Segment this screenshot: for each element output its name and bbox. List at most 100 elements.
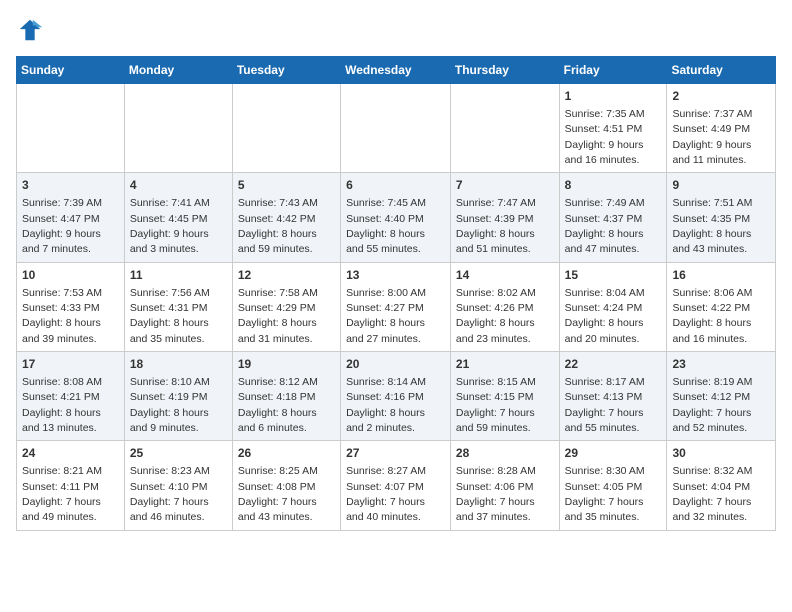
day-number: 24: [22, 445, 119, 462]
day-info: Sunrise: 7:37 AM Sunset: 4:49 PM Dayligh…: [672, 108, 752, 166]
day-number: 4: [130, 177, 227, 194]
calendar-cell: 27 Sunrise: 8:27 AM Sunset: 4:07 PM Dayli…: [341, 441, 451, 530]
day-number: 13: [346, 267, 445, 284]
day-info: Sunrise: 7:49 AM Sunset: 4:37 PM Dayligh…: [565, 197, 645, 255]
day-info: Sunrise: 8:21 AM Sunset: 4:11 PM Dayligh…: [22, 465, 102, 523]
calendar-cell: 10 Sunrise: 7:53 AM Sunset: 4:33 PM Dayli…: [17, 262, 125, 351]
day-number: 9: [672, 177, 770, 194]
day-number: 22: [565, 356, 662, 373]
calendar-cell: 8 Sunrise: 7:49 AM Sunset: 4:37 PM Daylig…: [559, 173, 667, 262]
calendar-cell: 1 Sunrise: 7:35 AM Sunset: 4:51 PM Daylig…: [559, 84, 667, 173]
day-number: 20: [346, 356, 445, 373]
day-number: 11: [130, 267, 227, 284]
day-number: 2: [672, 88, 770, 105]
day-info: Sunrise: 8:32 AM Sunset: 4:04 PM Dayligh…: [672, 465, 752, 523]
day-of-week-header: Sunday: [17, 57, 125, 84]
calendar-cell: 17 Sunrise: 8:08 AM Sunset: 4:21 PM Dayli…: [17, 352, 125, 441]
calendar-cell: 18Sunrise: 8:10 AM Sunset: 4:19 PM Dayli…: [124, 352, 232, 441]
day-number: 8: [565, 177, 662, 194]
calendar-cell: 11Sunrise: 7:56 AM Sunset: 4:31 PM Dayli…: [124, 262, 232, 351]
day-number: 14: [456, 267, 554, 284]
day-number: 1: [565, 88, 662, 105]
day-number: 19: [238, 356, 335, 373]
calendar-cell: 28Sunrise: 8:28 AM Sunset: 4:06 PM Dayli…: [450, 441, 559, 530]
day-info: Sunrise: 8:15 AM Sunset: 4:15 PM Dayligh…: [456, 376, 536, 434]
calendar-cell: [232, 84, 340, 173]
day-info: Sunrise: 8:12 AM Sunset: 4:18 PM Dayligh…: [238, 376, 318, 434]
calendar-week-row: 3Sunrise: 7:39 AM Sunset: 4:47 PM Daylig…: [17, 173, 776, 262]
day-number: 26: [238, 445, 335, 462]
calendar-cell: 22 Sunrise: 8:17 AM Sunset: 4:13 PM Dayli…: [559, 352, 667, 441]
calendar-header-row: SundayMondayTuesdayWednesdayThursdayFrid…: [17, 57, 776, 84]
calendar-cell: 14Sunrise: 8:02 AM Sunset: 4:26 PM Dayli…: [450, 262, 559, 351]
day-number: 18: [130, 356, 227, 373]
day-number: 21: [456, 356, 554, 373]
calendar-cell: 4 Sunrise: 7:41 AM Sunset: 4:45 PM Daylig…: [124, 173, 232, 262]
calendar-cell: [341, 84, 451, 173]
calendar-week-row: 1 Sunrise: 7:35 AM Sunset: 4:51 PM Daylig…: [17, 84, 776, 173]
day-info: Sunrise: 8:00 AM Sunset: 4:27 PM Dayligh…: [346, 287, 426, 345]
calendar-cell: 16 Sunrise: 8:06 AM Sunset: 4:22 PM Dayli…: [667, 262, 776, 351]
day-info: Sunrise: 8:04 AM Sunset: 4:24 PM Dayligh…: [565, 287, 645, 345]
page-header: [16, 16, 776, 44]
day-number: 29: [565, 445, 662, 462]
calendar-cell: 15 Sunrise: 8:04 AM Sunset: 4:24 PM Dayli…: [559, 262, 667, 351]
day-number: 7: [456, 177, 554, 194]
calendar-cell: [124, 84, 232, 173]
day-info: Sunrise: 8:08 AM Sunset: 4:21 PM Dayligh…: [22, 376, 102, 434]
day-info: Sunrise: 8:28 AM Sunset: 4:06 PM Dayligh…: [456, 465, 536, 523]
day-of-week-header: Thursday: [450, 57, 559, 84]
day-of-week-header: Monday: [124, 57, 232, 84]
calendar-cell: 30Sunrise: 8:32 AM Sunset: 4:04 PM Dayli…: [667, 441, 776, 530]
day-info: Sunrise: 7:35 AM Sunset: 4:51 PM Dayligh…: [565, 108, 645, 166]
day-info: Sunrise: 8:30 AM Sunset: 4:05 PM Dayligh…: [565, 465, 645, 523]
calendar-week-row: 10 Sunrise: 7:53 AM Sunset: 4:33 PM Dayli…: [17, 262, 776, 351]
day-of-week-header: Tuesday: [232, 57, 340, 84]
day-info: Sunrise: 7:58 AM Sunset: 4:29 PM Dayligh…: [238, 287, 318, 345]
calendar-cell: 9 Sunrise: 7:51 AM Sunset: 4:35 PM Daylig…: [667, 173, 776, 262]
day-info: Sunrise: 8:17 AM Sunset: 4:13 PM Dayligh…: [565, 376, 645, 434]
day-info: Sunrise: 7:51 AM Sunset: 4:35 PM Dayligh…: [672, 197, 752, 255]
day-of-week-header: Wednesday: [341, 57, 451, 84]
day-info: Sunrise: 7:53 AM Sunset: 4:33 PM Dayligh…: [22, 287, 102, 345]
calendar-cell: [450, 84, 559, 173]
day-of-week-header: Friday: [559, 57, 667, 84]
day-info: Sunrise: 8:25 AM Sunset: 4:08 PM Dayligh…: [238, 465, 318, 523]
calendar-cell: 12 Sunrise: 7:58 AM Sunset: 4:29 PM Dayli…: [232, 262, 340, 351]
day-number: 12: [238, 267, 335, 284]
day-number: 6: [346, 177, 445, 194]
calendar-cell: 19 Sunrise: 8:12 AM Sunset: 4:18 PM Dayli…: [232, 352, 340, 441]
day-info: Sunrise: 7:41 AM Sunset: 4:45 PM Dayligh…: [130, 197, 210, 255]
day-info: Sunrise: 7:47 AM Sunset: 4:39 PM Dayligh…: [456, 197, 536, 255]
calendar-cell: 29 Sunrise: 8:30 AM Sunset: 4:05 PM Dayli…: [559, 441, 667, 530]
day-number: 10: [22, 267, 119, 284]
day-number: 16: [672, 267, 770, 284]
day-info: Sunrise: 8:27 AM Sunset: 4:07 PM Dayligh…: [346, 465, 426, 523]
day-number: 25: [130, 445, 227, 462]
calendar-week-row: 24 Sunrise: 8:21 AM Sunset: 4:11 PM Dayli…: [17, 441, 776, 530]
calendar-cell: 3Sunrise: 7:39 AM Sunset: 4:47 PM Daylig…: [17, 173, 125, 262]
day-info: Sunrise: 8:19 AM Sunset: 4:12 PM Dayligh…: [672, 376, 752, 434]
calendar-cell: 23 Sunrise: 8:19 AM Sunset: 4:12 PM Dayli…: [667, 352, 776, 441]
calendar-cell: 24 Sunrise: 8:21 AM Sunset: 4:11 PM Dayli…: [17, 441, 125, 530]
day-number: 23: [672, 356, 770, 373]
calendar-cell: 7 Sunrise: 7:47 AM Sunset: 4:39 PM Daylig…: [450, 173, 559, 262]
calendar-cell: 5Sunrise: 7:43 AM Sunset: 4:42 PM Daylig…: [232, 173, 340, 262]
day-number: 5: [238, 177, 335, 194]
day-number: 15: [565, 267, 662, 284]
logo: [16, 16, 48, 44]
calendar-cell: 21 Sunrise: 8:15 AM Sunset: 4:15 PM Dayli…: [450, 352, 559, 441]
calendar-cell: 6Sunrise: 7:45 AM Sunset: 4:40 PM Daylig…: [341, 173, 451, 262]
day-number: 17: [22, 356, 119, 373]
calendar-cell: [17, 84, 125, 173]
day-info: Sunrise: 7:39 AM Sunset: 4:47 PM Dayligh…: [22, 197, 102, 255]
logo-icon: [16, 16, 44, 44]
calendar-cell: 20Sunrise: 8:14 AM Sunset: 4:16 PM Dayli…: [341, 352, 451, 441]
day-info: Sunrise: 8:23 AM Sunset: 4:10 PM Dayligh…: [130, 465, 210, 523]
day-info: Sunrise: 8:06 AM Sunset: 4:22 PM Dayligh…: [672, 287, 752, 345]
calendar-cell: 26 Sunrise: 8:25 AM Sunset: 4:08 PM Dayli…: [232, 441, 340, 530]
calendar-table: SundayMondayTuesdayWednesdayThursdayFrid…: [16, 56, 776, 531]
day-number: 27: [346, 445, 445, 462]
calendar-week-row: 17 Sunrise: 8:08 AM Sunset: 4:21 PM Dayli…: [17, 352, 776, 441]
day-of-week-header: Saturday: [667, 57, 776, 84]
